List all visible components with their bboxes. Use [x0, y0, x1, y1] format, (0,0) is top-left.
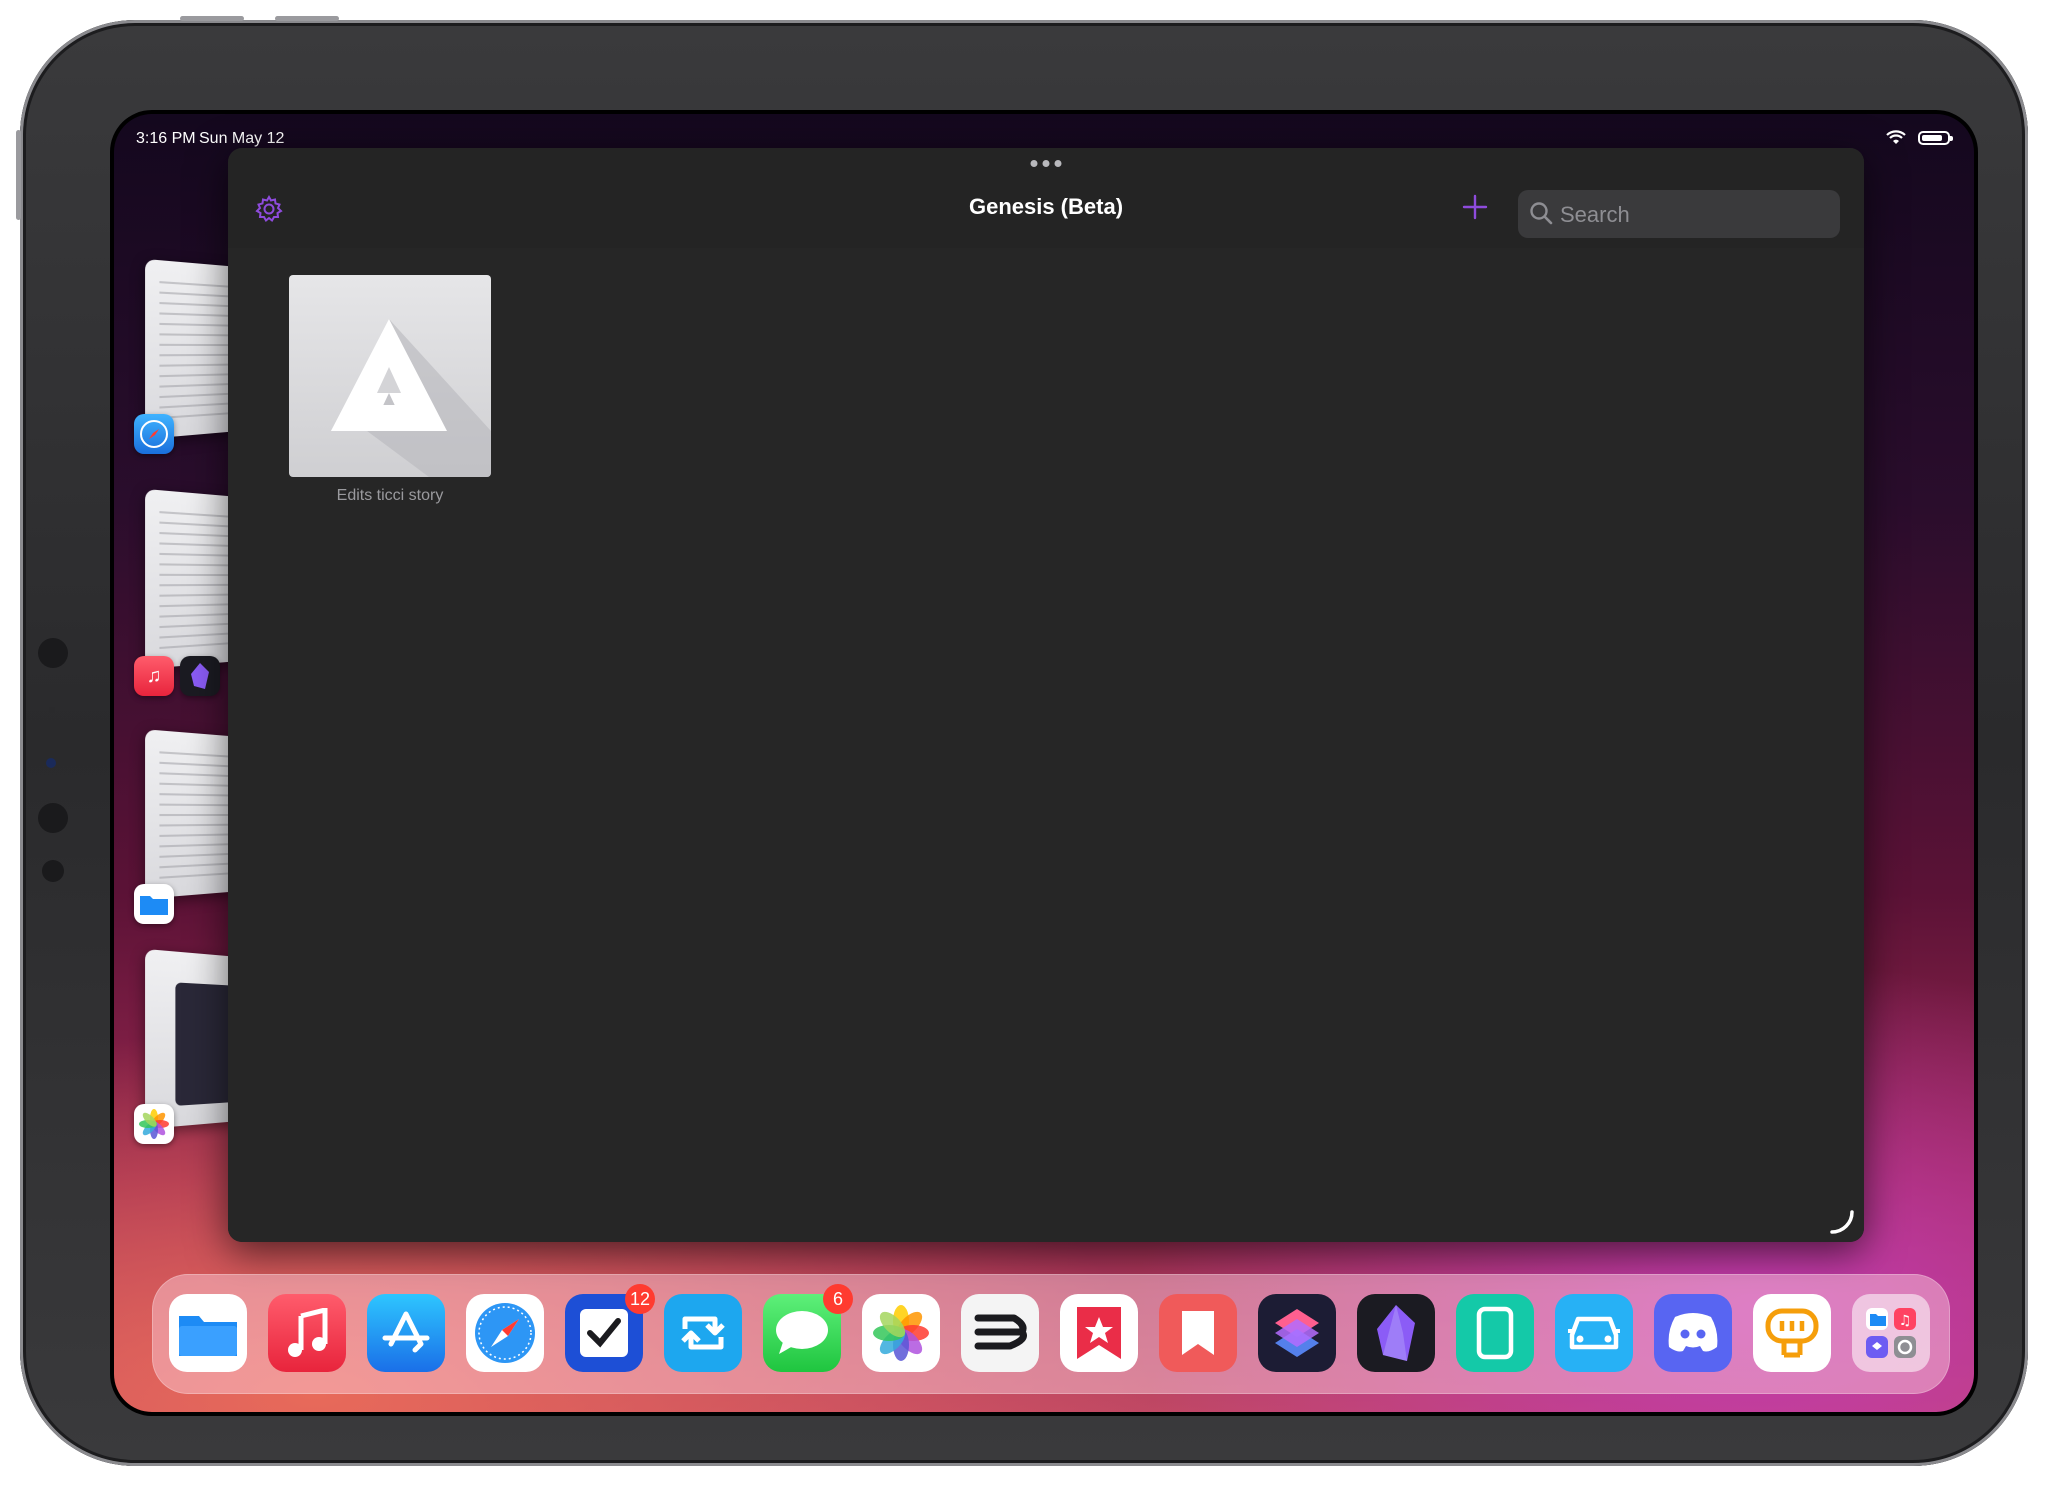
chat-icon[interactable]: [1753, 1294, 1831, 1372]
dock: 12 6 ♫: [152, 1274, 1950, 1394]
app-store-icon[interactable]: [367, 1294, 445, 1372]
tasks-badge: 12: [625, 1284, 655, 1314]
obsidian-icon[interactable]: [1357, 1294, 1435, 1372]
sensor: [38, 803, 68, 833]
sensor: [49, 707, 55, 713]
safari-icon: [134, 414, 174, 454]
document-label: Edits ticci story: [336, 487, 444, 504]
music-icon[interactable]: [268, 1294, 346, 1372]
goodlinks-icon[interactable]: [1060, 1294, 1138, 1372]
files-icon: [134, 884, 174, 924]
drafts-icon[interactable]: [961, 1294, 1039, 1372]
add-document-button[interactable]: [1460, 192, 1490, 222]
home-screen: 3:16 PM Sun May 12 ♫ Genesis (Beta) Sear…: [114, 114, 1974, 1412]
document-thumbnail: [289, 275, 491, 477]
shortcuts-icon[interactable]: [1258, 1294, 1336, 1372]
volume-button: [275, 16, 339, 21]
top-button: [180, 16, 244, 21]
document-item[interactable]: Edits ticci story: [289, 275, 491, 505]
front-camera: [38, 638, 68, 668]
retweet-icon[interactable]: [664, 1294, 742, 1372]
tasks-icon[interactable]: 12: [565, 1284, 655, 1372]
sidecar-icon[interactable]: [1456, 1294, 1534, 1372]
search-icon: [1530, 202, 1553, 225]
app-library-icon[interactable]: ♫: [1852, 1294, 1930, 1372]
window-resize-handle[interactable]: [1828, 1208, 1856, 1236]
photos-icon[interactable]: [862, 1294, 940, 1372]
side-button: [16, 130, 21, 220]
search-field[interactable]: Search: [1518, 190, 1840, 238]
svg-text:♫: ♫: [1899, 1313, 1912, 1329]
messages-badge: 6: [823, 1284, 853, 1314]
safari-icon[interactable]: [466, 1294, 544, 1372]
obsidian-icon: [180, 656, 220, 696]
messages-icon[interactable]: 6: [763, 1284, 853, 1372]
window-grip-handle[interactable]: [1030, 160, 1062, 167]
sensor: [46, 758, 56, 768]
carplay-icon[interactable]: [1555, 1294, 1633, 1372]
discord-icon[interactable]: [1654, 1294, 1732, 1372]
bookmark-icon[interactable]: [1159, 1294, 1237, 1372]
files-icon[interactable]: [169, 1294, 247, 1372]
ipad-frame: 3:16 PM Sun May 12 ♫ Genesis (Beta) Sear…: [16, 16, 2028, 1466]
document-grid: Edits ticci story: [228, 248, 1864, 1242]
genesis-logo-icon: [331, 319, 491, 477]
music-icon: ♫: [134, 656, 174, 696]
window-toolbar: Genesis (Beta) Search: [228, 148, 1864, 249]
genesis-window: Genesis (Beta) Search Edits ticci story: [228, 148, 1864, 1242]
screen-bezel: 3:16 PM Sun May 12 ♫ Genesis (Beta) Sear…: [110, 110, 1978, 1416]
sensor: [42, 860, 64, 882]
photos-icon: [134, 1104, 174, 1144]
search-placeholder: Search: [1560, 202, 1630, 227]
